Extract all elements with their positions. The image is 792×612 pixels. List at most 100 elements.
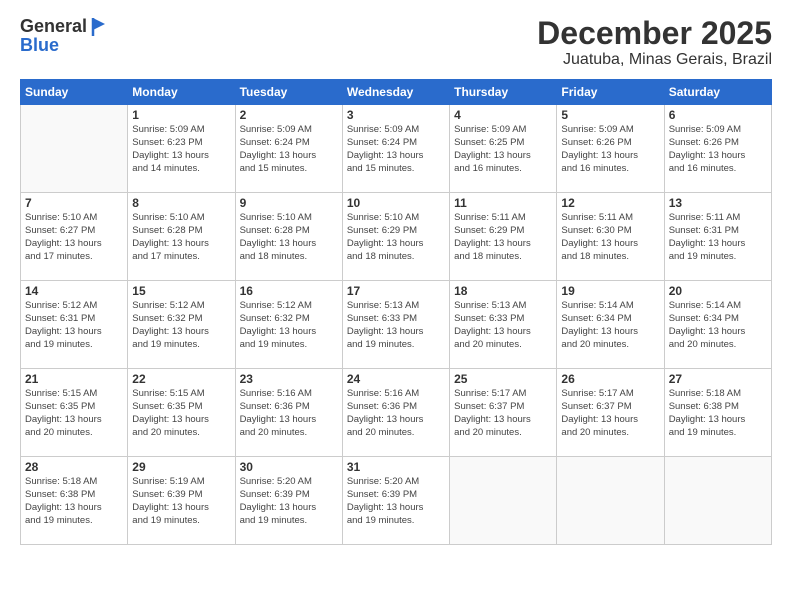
calendar-table: SundayMondayTuesdayWednesdayThursdayFrid… (20, 79, 772, 545)
cell-info-text: Sunrise: 5:16 AMSunset: 6:36 PMDaylight:… (347, 388, 445, 439)
cell-date-number: 24 (347, 372, 445, 386)
calendar-cell: 18 Sunrise: 5:13 AMSunset: 6:33 PMDayligh… (450, 281, 557, 369)
cell-date-number: 11 (454, 196, 552, 210)
calendar-cell: 30Sunrise: 5:20 AMSunset: 6:39 PMDayligh… (235, 457, 342, 545)
calendar-cell: 16 Sunrise: 5:12 AMSunset: 6:32 PMDayligh… (235, 281, 342, 369)
cell-info-text: Sunrise: 5:13 AMSunset: 6:33 PMDaylight:… (454, 300, 552, 351)
logo: General Blue (20, 16, 105, 56)
cell-info-text: Sunrise: 5:12 AMSunset: 6:32 PMDaylight:… (240, 300, 338, 351)
cell-date-number: 16 (240, 284, 338, 298)
weekday-header-friday: Friday (557, 80, 664, 105)
calendar-cell: 14 Sunrise: 5:12 AMSunset: 6:31 PMDayligh… (21, 281, 128, 369)
cell-date-number: 21 (25, 372, 123, 386)
logo-flag-icon (91, 18, 105, 36)
cell-date-number: 2 (240, 108, 338, 122)
calendar-cell: 29Sunrise: 5:19 AMSunset: 6:39 PMDayligh… (128, 457, 235, 545)
cell-date-number: 29 (132, 460, 230, 474)
calendar-cell: 10Sunrise: 5:10 AMSunset: 6:29 PMDayligh… (342, 193, 449, 281)
cell-date-number: 4 (454, 108, 552, 122)
weekday-header-sunday: Sunday (21, 80, 128, 105)
cell-info-text: Sunrise: 5:10 AMSunset: 6:28 PMDaylight:… (132, 212, 230, 263)
calendar-cell: 20 Sunrise: 5:14 AMSunset: 6:34 PMDayligh… (664, 281, 771, 369)
cell-date-number: 18 (454, 284, 552, 298)
month-title: December 2025 (537, 16, 772, 51)
calendar-cell: 7 Sunrise: 5:10 AMSunset: 6:27 PMDaylight… (21, 193, 128, 281)
week-row-2: 7 Sunrise: 5:10 AMSunset: 6:27 PMDaylight… (21, 193, 772, 281)
calendar-cell: 15Sunrise: 5:12 AMSunset: 6:32 PMDayligh… (128, 281, 235, 369)
weekday-header-saturday: Saturday (664, 80, 771, 105)
calendar-cell: 8 Sunrise: 5:10 AMSunset: 6:28 PMDaylight… (128, 193, 235, 281)
calendar-cell (21, 105, 128, 193)
cell-info-text: Sunrise: 5:11 AMSunset: 6:29 PMDaylight:… (454, 212, 552, 263)
cell-date-number: 22 (132, 372, 230, 386)
cell-date-number: 7 (25, 196, 123, 210)
cell-date-number: 28 (25, 460, 123, 474)
title-area: December 2025 Juatuba, Minas Gerais, Bra… (537, 16, 772, 69)
page: General Blue December 2025 Juatuba, Mina… (0, 0, 792, 612)
calendar-cell: 6Sunrise: 5:09 AMSunset: 6:26 PMDaylight… (664, 105, 771, 193)
cell-info-text: Sunrise: 5:12 AMSunset: 6:31 PMDaylight:… (25, 300, 123, 351)
calendar-cell: 2 Sunrise: 5:09 AMSunset: 6:24 PMDaylight… (235, 105, 342, 193)
weekday-header-wednesday: Wednesday (342, 80, 449, 105)
calendar-cell: 22Sunrise: 5:15 AMSunset: 6:35 PMDayligh… (128, 369, 235, 457)
calendar-cell: 11 Sunrise: 5:11 AMSunset: 6:29 PMDayligh… (450, 193, 557, 281)
calendar-cell: 23Sunrise: 5:16 AMSunset: 6:36 PMDayligh… (235, 369, 342, 457)
calendar-cell (450, 457, 557, 545)
cell-info-text: Sunrise: 5:11 AMSunset: 6:30 PMDaylight:… (561, 212, 659, 263)
cell-info-text: Sunrise: 5:09 AMSunset: 6:24 PMDaylight:… (347, 124, 445, 175)
cell-date-number: 12 (561, 196, 659, 210)
calendar-cell: 28 Sunrise: 5:18 AMSunset: 6:38 PMDayligh… (21, 457, 128, 545)
cell-info-text: Sunrise: 5:12 AMSunset: 6:32 PMDaylight:… (132, 300, 230, 351)
cell-info-text: Sunrise: 5:11 AMSunset: 6:31 PMDaylight:… (669, 212, 767, 263)
calendar-cell (664, 457, 771, 545)
cell-info-text: Sunrise: 5:13 AMSunset: 6:33 PMDaylight:… (347, 300, 445, 351)
cell-date-number: 26 (561, 372, 659, 386)
calendar-cell: 26 Sunrise: 5:17 AMSunset: 6:37 PMDayligh… (557, 369, 664, 457)
calendar-cell: 17 Sunrise: 5:13 AMSunset: 6:33 PMDayligh… (342, 281, 449, 369)
weekday-header-thursday: Thursday (450, 80, 557, 105)
cell-date-number: 1 (132, 108, 230, 122)
calendar-cell: 12 Sunrise: 5:11 AMSunset: 6:30 PMDayligh… (557, 193, 664, 281)
week-row-1: 1 Sunrise: 5:09 AMSunset: 6:23 PMDaylight… (21, 105, 772, 193)
cell-date-number: 20 (669, 284, 767, 298)
cell-info-text: Sunrise: 5:14 AMSunset: 6:34 PMDaylight:… (669, 300, 767, 351)
week-row-3: 14 Sunrise: 5:12 AMSunset: 6:31 PMDayligh… (21, 281, 772, 369)
calendar-cell: 24 Sunrise: 5:16 AMSunset: 6:36 PMDayligh… (342, 369, 449, 457)
week-row-4: 21Sunrise: 5:15 AMSunset: 6:35 PMDayligh… (21, 369, 772, 457)
cell-info-text: Sunrise: 5:17 AMSunset: 6:37 PMDaylight:… (454, 388, 552, 439)
location-title: Juatuba, Minas Gerais, Brazil (537, 51, 772, 69)
calendar-cell: 4 Sunrise: 5:09 AMSunset: 6:25 PMDaylight… (450, 105, 557, 193)
calendar-cell (557, 457, 664, 545)
cell-date-number: 3 (347, 108, 445, 122)
cell-info-text: Sunrise: 5:10 AMSunset: 6:28 PMDaylight:… (240, 212, 338, 263)
cell-info-text: Sunrise: 5:16 AMSunset: 6:36 PMDaylight:… (240, 388, 338, 439)
calendar-cell: 19 Sunrise: 5:14 AMSunset: 6:34 PMDayligh… (557, 281, 664, 369)
cell-info-text: Sunrise: 5:09 AMSunset: 6:25 PMDaylight:… (454, 124, 552, 175)
cell-date-number: 13 (669, 196, 767, 210)
cell-info-text: Sunrise: 5:09 AMSunset: 6:23 PMDaylight:… (132, 124, 230, 175)
cell-info-text: Sunrise: 5:10 AMSunset: 6:27 PMDaylight:… (25, 212, 123, 263)
cell-date-number: 30 (240, 460, 338, 474)
calendar-cell: 21Sunrise: 5:15 AMSunset: 6:35 PMDayligh… (21, 369, 128, 457)
cell-date-number: 25 (454, 372, 552, 386)
cell-info-text: Sunrise: 5:14 AMSunset: 6:34 PMDaylight:… (561, 300, 659, 351)
calendar-cell: 5Sunrise: 5:09 AMSunset: 6:26 PMDaylight… (557, 105, 664, 193)
week-row-5: 28 Sunrise: 5:18 AMSunset: 6:38 PMDayligh… (21, 457, 772, 545)
cell-info-text: Sunrise: 5:09 AMSunset: 6:24 PMDaylight:… (240, 124, 338, 175)
logo-blue-text: Blue (20, 35, 105, 56)
calendar-cell: 1 Sunrise: 5:09 AMSunset: 6:23 PMDaylight… (128, 105, 235, 193)
calendar-cell: 25 Sunrise: 5:17 AMSunset: 6:37 PMDayligh… (450, 369, 557, 457)
header: General Blue December 2025 Juatuba, Mina… (20, 16, 772, 69)
cell-date-number: 19 (561, 284, 659, 298)
cell-info-text: Sunrise: 5:09 AMSunset: 6:26 PMDaylight:… (669, 124, 767, 175)
cell-date-number: 5 (561, 108, 659, 122)
cell-info-text: Sunrise: 5:18 AMSunset: 6:38 PMDaylight:… (25, 476, 123, 527)
weekday-header-monday: Monday (128, 80, 235, 105)
cell-info-text: Sunrise: 5:20 AMSunset: 6:39 PMDaylight:… (347, 476, 445, 527)
cell-date-number: 14 (25, 284, 123, 298)
cell-info-text: Sunrise: 5:17 AMSunset: 6:37 PMDaylight:… (561, 388, 659, 439)
calendar-cell: 9Sunrise: 5:10 AMSunset: 6:28 PMDaylight… (235, 193, 342, 281)
cell-date-number: 17 (347, 284, 445, 298)
cell-date-number: 8 (132, 196, 230, 210)
calendar-cell: 13 Sunrise: 5:11 AMSunset: 6:31 PMDayligh… (664, 193, 771, 281)
